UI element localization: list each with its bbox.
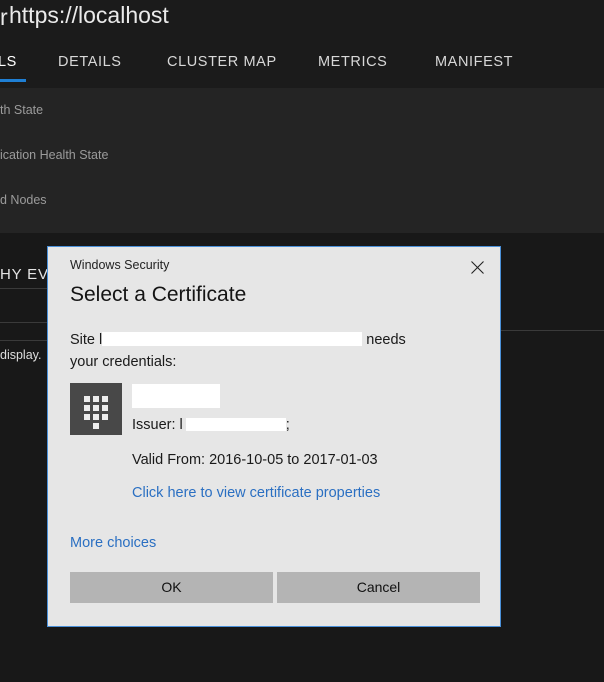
panel-row-health-state: th State xyxy=(0,103,44,117)
more-choices-link[interactable]: More choices xyxy=(70,535,156,551)
url-text: https://localhost xyxy=(9,2,169,28)
tab-details[interactable]: DETAILS xyxy=(58,54,122,70)
ok-button[interactable]: OK xyxy=(70,572,273,603)
certificate-issuer: Issuer: l; xyxy=(132,417,290,433)
prompt-suffix: needs xyxy=(362,332,406,348)
redacted-issuer-name xyxy=(185,417,286,431)
app-tab-bar[interactable]: LS DETAILS CLUSTER MAP METRICS MANIFEST xyxy=(0,42,604,86)
tab-metrics[interactable]: METRICS xyxy=(318,54,387,70)
tab-active-underline xyxy=(0,79,26,82)
panel-row-seed-nodes: d Nodes xyxy=(0,193,47,207)
cancel-button[interactable]: Cancel xyxy=(277,572,480,603)
grid-divider-1 xyxy=(0,288,47,289)
grid-divider-2 xyxy=(0,322,47,323)
dialog-heading: Select a Certificate xyxy=(70,283,247,306)
close-icon[interactable] xyxy=(462,253,492,281)
view-certificate-properties-link[interactable]: Click here to view certificate propertie… xyxy=(132,485,380,501)
grid-divider-4 xyxy=(501,330,604,331)
tab-manifest[interactable]: MANIFEST xyxy=(435,54,513,70)
prompt-line-2: your credentials: xyxy=(70,354,177,370)
certificate-grid-icon xyxy=(70,383,122,435)
url-clipped-glyph: r xyxy=(0,4,8,30)
dialog-title-bar: Windows Security xyxy=(48,247,500,287)
certificate-entry[interactable]: Issuer: l; xyxy=(70,383,482,439)
grid-divider-3 xyxy=(0,340,47,341)
redacted-certificate-name xyxy=(132,384,220,408)
issuer-label: Issuer: l xyxy=(132,417,183,433)
dialog-app-name: Windows Security xyxy=(70,258,170,272)
details-panel: th State ication Health State d Nodes xyxy=(0,88,604,233)
prompt-prefix: Site l xyxy=(70,332,103,348)
redacted-site-name xyxy=(102,332,363,347)
issuer-suffix: ; xyxy=(285,417,290,433)
grid-empty-note: display. xyxy=(0,348,42,362)
windows-security-dialog: Windows Security Select a Certificate Si… xyxy=(47,246,501,627)
dialog-prompt: Site l needs your credentials: xyxy=(70,329,482,373)
browser-url-bar[interactable]: r https://localhost xyxy=(0,0,604,42)
dialog-button-row: OK Cancel xyxy=(70,572,480,603)
tab-cluster-map[interactable]: CLUSTER MAP xyxy=(167,54,277,70)
tab-ls[interactable]: LS xyxy=(0,54,17,70)
certificate-validity: Valid From: 2016-10-05 to 2017-01-03 xyxy=(132,452,378,468)
panel-row-application-health-state: ication Health State xyxy=(0,148,109,162)
